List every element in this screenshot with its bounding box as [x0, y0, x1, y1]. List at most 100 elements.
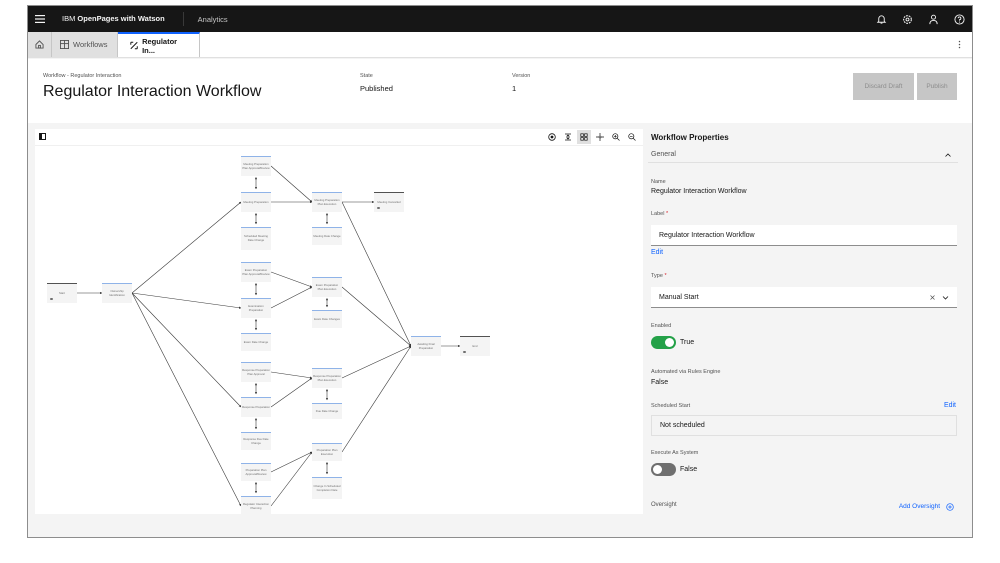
panel-toggle-icon[interactable] [39, 133, 46, 140]
label-input[interactable]: Regulator Interaction Workflow [651, 225, 957, 246]
workflow-node-ddc[interactable]: Due Date Change [312, 403, 342, 419]
discard-draft-button[interactable]: Discard Draft [853, 73, 914, 100]
edge-mppe-afp[interactable] [341, 201, 412, 347]
node-label: Preparation Plan Approval/Review [245, 467, 267, 476]
workflow-node-end[interactable]: End [460, 336, 490, 356]
workflow-node-ownership[interactable]: Ownership Identification [102, 283, 132, 303]
oversight-label: Oversight [651, 502, 677, 508]
publish-button[interactable]: Publish [917, 73, 957, 100]
zoom-out-button[interactable] [625, 130, 639, 144]
node-label: Change In Scheduled Completion Date [313, 483, 341, 492]
toggle-knob [665, 338, 674, 347]
notifications-button[interactable] [868, 6, 894, 32]
tab-home[interactable] [28, 32, 52, 57]
edge-ownership-ep[interactable] [131, 292, 242, 309]
node-status-dot [377, 206, 380, 209]
workflow-node-smdc[interactable]: Scheduled Meeting Date Change [241, 227, 271, 250]
version-label: Version [512, 73, 531, 79]
workflow-node-rppa[interactable]: Response Preparation Plan Approval [241, 362, 271, 382]
workflow-node-afp[interactable]: Awaiting Final Preparation [411, 336, 441, 356]
breadcrumb[interactable]: Workflow - Regulator Interaction [43, 73, 121, 79]
workflow-node-rip[interactable]: Regulator Interaction Planning [241, 496, 271, 516]
node-label: Ownership Identification [109, 288, 125, 297]
settings-button[interactable] [894, 6, 920, 32]
edge-ppa-ppe[interactable] [270, 451, 313, 473]
node-label: Meeting Preparation Plan Execution [314, 197, 340, 206]
workflow-node-mppe[interactable]: Meeting Preparation Plan Execution [312, 192, 342, 212]
center-button[interactable] [545, 130, 559, 144]
workflow-node-ppa[interactable]: Preparation Plan Approval/Review [241, 463, 271, 481]
edge-rppa-rppe[interactable] [270, 371, 313, 379]
tab-bar: Workflows Regulator In... [28, 32, 972, 58]
user-button[interactable] [920, 6, 946, 32]
top-navigation-bar: IBM OpenPages with Watson Analytics [28, 6, 972, 32]
edge-ep-eppe[interactable] [270, 286, 313, 309]
workflow-node-edcs[interactable]: Exam Date Changes [312, 310, 342, 328]
workflow-node-rddc[interactable]: Response Due Date Change [241, 432, 271, 450]
workflow-node-mppa[interactable]: Meeting Preparation Plan Approval/Review [241, 156, 271, 176]
tab-label: Regulator In... [142, 36, 178, 55]
help-button[interactable] [946, 6, 972, 32]
overflow-menu-button[interactable] [946, 32, 972, 57]
workflow-node-edc[interactable]: Exam Date Change [241, 333, 271, 351]
workflow-node-rp[interactable]: Response Preparation [241, 397, 271, 417]
tab-regulator-interaction[interactable]: Regulator In... [118, 32, 200, 57]
workflow-node-start[interactable]: Start [47, 283, 77, 303]
node-label: Due Date Change [315, 408, 339, 413]
grid-layout-button[interactable] [577, 130, 591, 144]
brand-name: OpenPages with Watson [77, 14, 165, 23]
add-circle-icon[interactable] [946, 503, 954, 511]
zoom-in-button[interactable] [609, 130, 623, 144]
edge-ownership-rip[interactable] [131, 292, 242, 507]
label-field-label: Label * [651, 211, 668, 217]
enabled-toggle[interactable] [651, 336, 676, 349]
workflow-node-ep[interactable]: Examination Preparation [241, 298, 271, 318]
workflow-node-rppe[interactable]: Response Preparation Plan Execution [312, 368, 342, 388]
workflow-node-ppe[interactable]: Preparation Plan Execution [312, 443, 342, 461]
edge-mppa-mppe[interactable] [270, 165, 313, 203]
zoom-out-icon [628, 133, 636, 141]
home-icon [35, 40, 44, 49]
grid-layout-icon [580, 133, 588, 141]
workflow-node-mdc[interactable]: Meeting Date Change [312, 227, 342, 245]
add-oversight-link[interactable]: Add Oversight [899, 503, 940, 510]
workflow-node-eppe[interactable]: Exam Preparation Plan Execution [312, 277, 342, 297]
execute-as-system-toggle[interactable] [651, 463, 676, 476]
workflow-node-mp[interactable]: Meeting Preparation [241, 192, 271, 212]
label-text: Label [651, 211, 665, 217]
edge-eppa-eppe[interactable] [270, 271, 313, 288]
node-label: Response Preparation Plan Execution [313, 373, 341, 382]
edge-ownership-mp[interactable] [131, 201, 242, 294]
product-name[interactable]: IBM OpenPages with Watson [62, 12, 184, 26]
tab-workflows[interactable]: Workflows [52, 32, 118, 57]
workflow-node-csc[interactable]: Change In Scheduled Completion Date [312, 477, 342, 499]
workflow-diagram[interactable]: Start Ownership Identification Meeting Pre… [35, 146, 643, 516]
scheduled-start-field: Not scheduled [651, 415, 957, 436]
edge-ownership-rp[interactable] [131, 292, 242, 408]
hamburger-menu-button[interactable] [28, 6, 52, 32]
label-edit-link[interactable]: Edit [651, 249, 663, 256]
edge-rip-ppe[interactable] [270, 451, 313, 507]
chevron-down-icon[interactable] [942, 294, 949, 301]
node-label: Exam Date Changes [314, 316, 340, 321]
node-label: Meeting Preparation [243, 199, 269, 204]
type-select[interactable]: Manual Start [651, 287, 957, 308]
node-label: Meeting Cancelled [377, 199, 401, 204]
type-select-value: Manual Start [659, 293, 699, 301]
node-label: Regulator Interaction Planning [243, 501, 269, 510]
execute-as-system-value: False [680, 466, 698, 473]
node-label: Start [59, 290, 65, 295]
node-label: Exam Preparation Plan Execution [315, 282, 339, 291]
notification-icon [876, 14, 886, 24]
nav-item-analytics[interactable]: Analytics [198, 15, 228, 24]
section-general-header[interactable]: General [648, 147, 958, 163]
workflow-node-mc[interactable]: Meeting Cancelled [374, 192, 404, 212]
workflow-node-eppa[interactable]: Exam Preparation Plan Approval/Review [241, 262, 271, 282]
workflow-canvas[interactable]: Start Ownership Identification Meeting Pre… [35, 129, 643, 516]
edge-rp-rppe[interactable] [270, 377, 313, 408]
clear-icon[interactable] [930, 295, 935, 300]
align-button[interactable] [561, 130, 575, 144]
scheduled-start-edit-link[interactable]: Edit [944, 402, 956, 409]
edge-eppe-afp[interactable] [341, 286, 412, 347]
fit-button[interactable] [593, 130, 607, 144]
